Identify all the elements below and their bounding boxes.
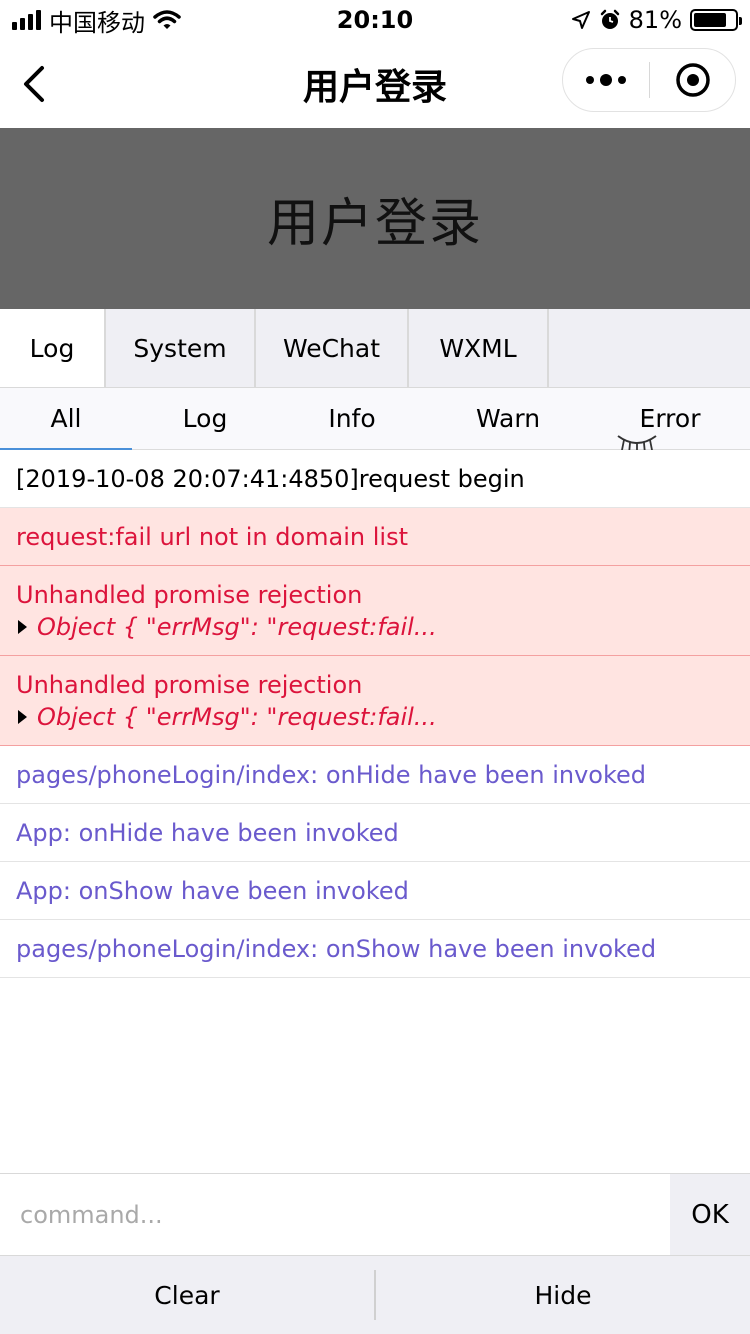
status-left: 中国移动 bbox=[12, 3, 181, 38]
status-bar: 中国移动 20:10 81% bbox=[0, 0, 750, 40]
nav-title: 用户登录 bbox=[302, 67, 447, 108]
more-button[interactable] bbox=[563, 49, 649, 111]
battery-percent: 81% bbox=[628, 6, 682, 34]
tab-label: Log bbox=[29, 333, 75, 363]
status-right: 81% bbox=[571, 6, 742, 34]
target-close-icon bbox=[675, 63, 710, 97]
tab-system[interactable]: System bbox=[106, 309, 256, 387]
mini-program-capsule bbox=[562, 48, 736, 112]
location-arrow-icon bbox=[571, 11, 590, 29]
close-mini-program-button[interactable] bbox=[650, 49, 735, 111]
filter-tab-label: All bbox=[50, 404, 82, 433]
log-text: App: onShow have been invoked bbox=[16, 876, 409, 905]
expand-triangle-icon[interactable] bbox=[18, 619, 27, 634]
expandable-object[interactable]: Object { "errMsg": "request:fail... bbox=[16, 701, 734, 733]
expand-triangle-icon[interactable] bbox=[18, 709, 27, 724]
filter-tab-info[interactable]: Info bbox=[278, 388, 426, 449]
more-dot-icon bbox=[618, 76, 626, 84]
nav-bar: 用户登录 bbox=[0, 40, 750, 128]
log-text: App: onHide have been invoked bbox=[16, 818, 399, 847]
log-list[interactable]: [2019-10-08 20:07:41:4850]request begin … bbox=[0, 450, 750, 978]
tab-wxml[interactable]: WXML bbox=[409, 309, 549, 387]
log-row-info: pages/phoneLogin/index: onShow have been… bbox=[0, 920, 750, 978]
vconsole-main-tabs: Log System WeChat WXML bbox=[0, 309, 750, 388]
log-row-info: pages/phoneLogin/index: onHide have been… bbox=[0, 746, 750, 804]
signal-icon bbox=[12, 10, 41, 30]
battery-fill bbox=[694, 13, 727, 27]
clear-button[interactable]: Clear bbox=[0, 1256, 374, 1334]
log-row-error: Unhandled promise rejection Object { "er… bbox=[0, 566, 750, 656]
log-row-error: request:fail url not in domain list bbox=[0, 508, 750, 566]
log-row-info: App: onShow have been invoked bbox=[0, 862, 750, 920]
tab-wechat[interactable]: WeChat bbox=[256, 309, 409, 387]
object-preview: Object { "errMsg": "request:fail... bbox=[37, 702, 437, 731]
banner-title: 用户登录 bbox=[266, 194, 483, 254]
filter-tab-label: Error bbox=[639, 404, 701, 433]
filter-tab-label: Log bbox=[182, 404, 228, 433]
filter-tab-log[interactable]: Log bbox=[132, 388, 278, 449]
log-text: [2019-10-08 20:07:41:4850]request begin bbox=[16, 464, 525, 493]
tab-label: System bbox=[133, 333, 227, 363]
filter-tab-all[interactable]: All bbox=[0, 388, 132, 450]
back-chevron-icon[interactable] bbox=[16, 62, 56, 106]
alarm-icon bbox=[600, 9, 619, 29]
battery-icon bbox=[690, 9, 742, 31]
log-text: request:fail url not in domain list bbox=[16, 522, 409, 551]
vconsole-toolbar: Clear Hide bbox=[0, 1255, 750, 1334]
command-bar: OK bbox=[0, 1173, 750, 1255]
hide-button[interactable]: Hide bbox=[376, 1256, 750, 1334]
tab-label: WXML bbox=[439, 333, 517, 363]
log-row-info: App: onHide have been invoked bbox=[0, 804, 750, 862]
log-text: pages/phoneLogin/index: onShow have been… bbox=[16, 934, 657, 963]
log-text: pages/phoneLogin/index: onHide have been… bbox=[16, 760, 647, 789]
filter-tab-warn[interactable]: Warn bbox=[426, 388, 590, 449]
carrier-label: 中国移动 bbox=[49, 8, 145, 37]
filter-tab-error[interactable]: Error bbox=[590, 388, 750, 449]
expandable-object[interactable]: Object { "errMsg": "request:fail... bbox=[16, 611, 734, 643]
log-row-error: Unhandled promise rejection Object { "er… bbox=[0, 656, 750, 746]
object-preview: Object { "errMsg": "request:fail... bbox=[37, 612, 437, 641]
filter-tab-label: Warn bbox=[475, 404, 541, 433]
command-input[interactable] bbox=[0, 1174, 670, 1255]
filter-tab-label: Info bbox=[328, 404, 376, 433]
more-dot-icon bbox=[586, 76, 594, 84]
page-header-banner: 用户登录 bbox=[0, 128, 750, 309]
wifi-icon bbox=[153, 10, 181, 29]
more-dot-icon bbox=[600, 74, 612, 86]
tab-log[interactable]: Log bbox=[0, 309, 106, 387]
ok-button[interactable]: OK bbox=[670, 1174, 750, 1255]
log-text: Unhandled promise rejection bbox=[16, 580, 363, 609]
log-text: Unhandled promise rejection bbox=[16, 670, 363, 699]
tab-label: WeChat bbox=[282, 333, 381, 363]
log-row: [2019-10-08 20:07:41:4850]request begin bbox=[0, 450, 750, 508]
